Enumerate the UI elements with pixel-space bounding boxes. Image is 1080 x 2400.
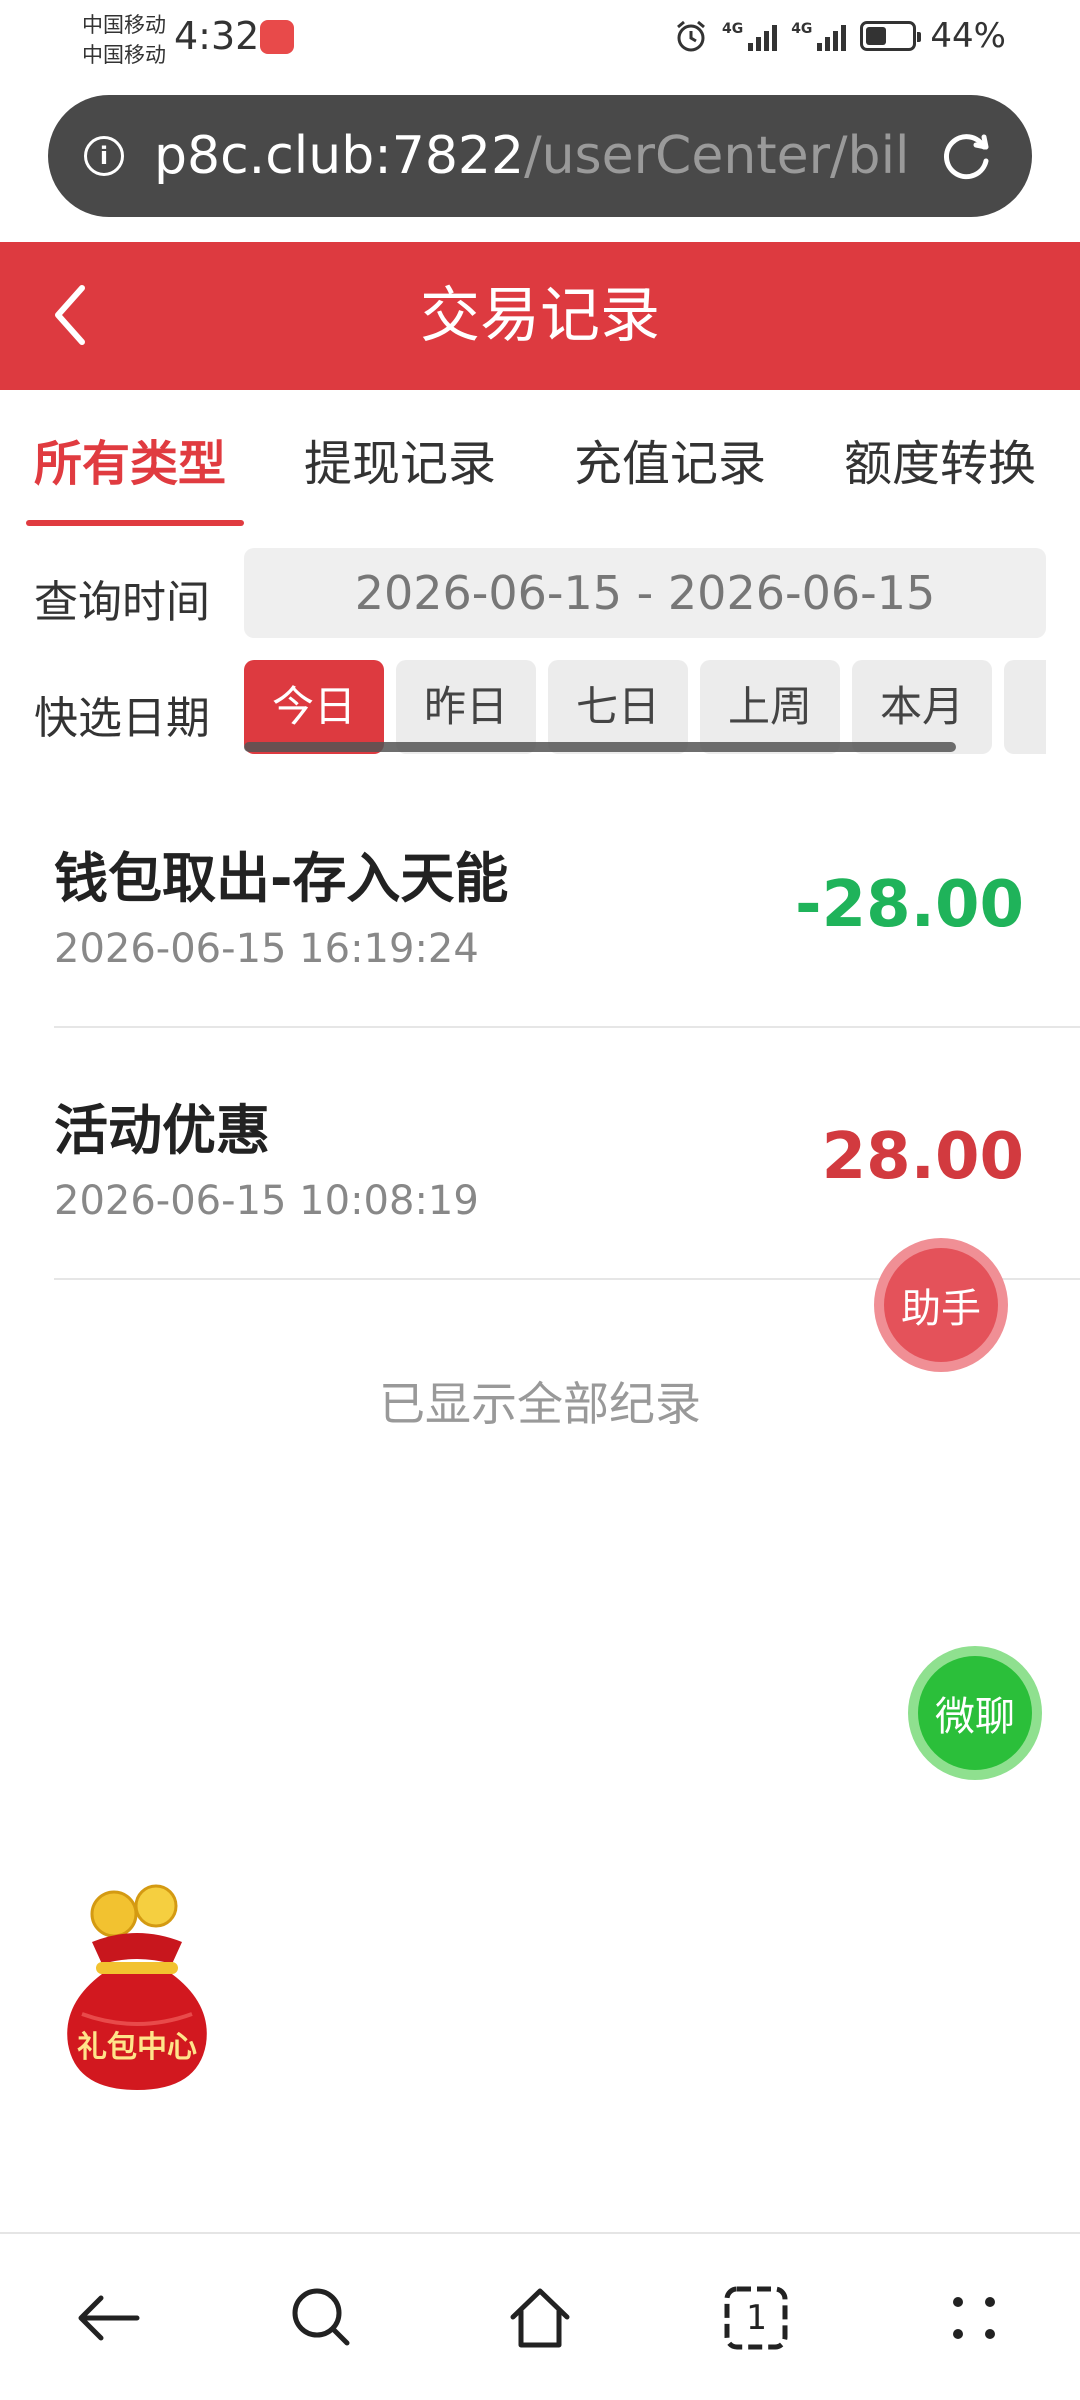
quick-date-today[interactable]: 今日 [244,660,384,754]
search-icon [292,2288,350,2346]
back-arrow-icon [78,2295,140,2341]
info-icon[interactable]: i [84,136,124,176]
quick-date-seven-days[interactable]: 七日 [548,660,688,754]
page-header: 交易记录 [0,242,1080,390]
chat-label: 微聊 [918,1656,1032,1770]
end-of-list-note: 已显示全部纪录 [379,1377,701,1431]
chat-float-button[interactable]: 微聊 [908,1646,1042,1780]
app-notification-icon [260,20,294,54]
status-bar: 中国移动 中国移动 4:32 4G 4G 44% [0,0,1080,80]
nav-home-button[interactable] [500,2278,580,2358]
nav-search-button[interactable] [282,2278,362,2358]
record-amount: -28.00 [795,868,1024,942]
gift-center-button[interactable]: 礼包中心 [52,1884,222,2094]
quick-date-yesterday[interactable]: 昨日 [396,660,536,754]
tab-all-types[interactable]: 所有类型 [34,424,226,494]
quick-date-last-week[interactable]: 上周 [700,660,840,754]
menu-dots-icon [953,2297,995,2339]
quick-date-options[interactable]: 今日 昨日 七日 上周 本月 上 [244,660,1046,756]
record-time: 2026-06-15 10:08:19 [54,1178,479,1224]
quick-date-this-month[interactable]: 本月 [852,660,992,754]
helper-float-button[interactable]: 助手 [874,1238,1008,1372]
nav-back-button[interactable] [68,2278,148,2358]
carrier-info: 中国移动 中国移动 [82,13,166,67]
page-title: 交易记录 [420,281,660,351]
quick-date-last-month[interactable]: 上 [1004,660,1046,754]
signal-icon: 4G [722,21,778,51]
signal-icon: 4G [791,21,847,51]
record-title: 钱包取出-存入天能 [54,847,509,910]
status-icons: 4G 4G 44% [674,16,1006,56]
type-tabs: 所有类型 提现记录 充值记录 额度转换 [0,390,1080,526]
battery-icon [860,21,922,51]
record-time: 2026-06-15 16:19:24 [54,926,479,972]
record-amount: 28.00 [821,1120,1024,1194]
reload-icon[interactable] [938,127,996,185]
tab-quota-transfer[interactable]: 额度转换 [844,424,1036,494]
quick-date-label: 快选日期 [34,693,210,744]
url-path: /userCenter/bil [524,126,910,186]
list-item[interactable]: 钱包取出-存入天能 2026-06-15 16:19:24 -28.00 [54,778,1080,1028]
tabs-count: 1 [745,2298,767,2338]
query-time-label: 查询时间 [34,577,210,628]
address-bar[interactable]: i p8c.club:7822/userCenter/bil [48,95,1032,217]
battery-level: 44% [930,16,1006,56]
back-chevron-icon[interactable] [46,280,96,350]
nav-menu-button[interactable] [934,2278,1014,2358]
browser-bottom-nav: 1 [0,2232,1080,2400]
gift-center-label: 礼包中心 [77,2030,197,2065]
status-time: 4:32 [174,14,260,58]
alarm-icon [676,20,705,52]
date-range-picker[interactable]: 2026-06-15 - 2026-06-15 [244,548,1046,638]
home-icon [510,2288,570,2348]
record-title: 活动优惠 [54,1099,270,1162]
active-tab-indicator [26,520,244,526]
nav-tabs-button[interactable]: 1 [716,2278,796,2358]
tab-withdraw-records[interactable]: 提现记录 [304,424,496,494]
url-text[interactable]: p8c.club:7822/userCenter/bil [154,126,918,186]
horizontal-scrollbar[interactable] [244,742,956,752]
tab-deposit-records[interactable]: 充值记录 [574,424,766,494]
helper-label: 助手 [884,1248,998,1362]
url-host: p8c.club:7822 [154,126,525,186]
